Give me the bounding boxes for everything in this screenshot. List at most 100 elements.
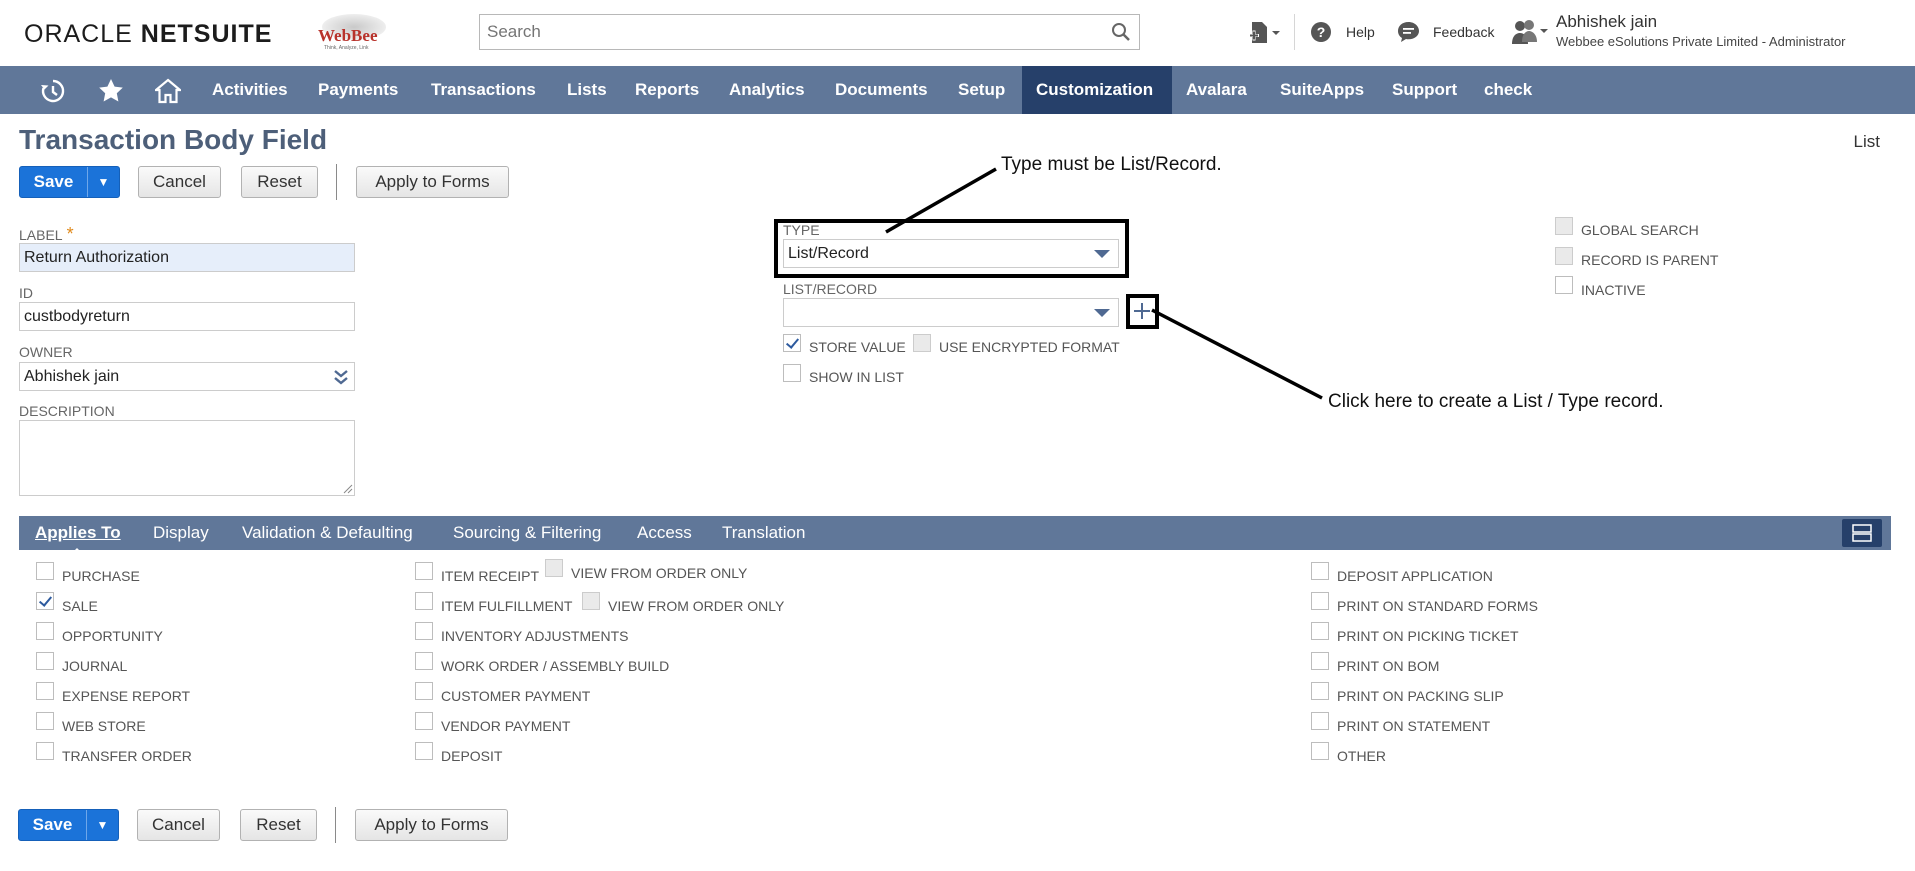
nav-avalara[interactable]: Avalara bbox=[1172, 66, 1261, 114]
roles-icon[interactable] bbox=[1510, 18, 1548, 46]
nav-check[interactable]: check bbox=[1470, 66, 1546, 114]
journal-checkbox[interactable] bbox=[36, 652, 54, 670]
transfer-order-checkbox[interactable] bbox=[36, 742, 54, 760]
nav-lists[interactable]: Lists bbox=[553, 66, 621, 114]
deposit-checkbox[interactable] bbox=[415, 742, 433, 760]
store-value-checkbox[interactable] bbox=[783, 334, 801, 352]
item-receipt-view-from-order-only-checkbox[interactable] bbox=[545, 559, 563, 577]
user-name[interactable]: Abhishek jain bbox=[1556, 12, 1657, 32]
sale-checkbox[interactable] bbox=[36, 592, 54, 610]
item-fulfillment-view-from-order-only-checkbox[interactable] bbox=[582, 592, 600, 610]
active-tab-indicator bbox=[70, 548, 84, 555]
help-icon[interactable]: ? bbox=[1310, 21, 1332, 43]
netsuite-logo[interactable]: ORACLE NETSUITE bbox=[24, 20, 272, 49]
tab-validation-defaulting[interactable]: Validation & Defaulting bbox=[242, 516, 413, 550]
web-store-checkbox[interactable] bbox=[36, 712, 54, 730]
use-encrypted-format-checkbox[interactable] bbox=[913, 334, 931, 352]
tab-access[interactable]: Access bbox=[637, 516, 692, 550]
cancel-button-top[interactable]: Cancel bbox=[138, 166, 221, 198]
reset-button-top[interactable]: Reset bbox=[241, 166, 318, 198]
home-icon[interactable] bbox=[155, 78, 181, 104]
double-chevron-down-icon[interactable] bbox=[334, 369, 348, 385]
feedback-link[interactable]: Feedback bbox=[1433, 24, 1494, 40]
apply-to-forms-button-bottom[interactable]: Apply to Forms bbox=[355, 809, 508, 841]
nav-analytics[interactable]: Analytics bbox=[715, 66, 819, 114]
deposit-application-checkbox[interactable] bbox=[1311, 562, 1329, 580]
purchase-checkbox[interactable] bbox=[36, 562, 54, 580]
add-new-plus-icon[interactable] bbox=[1133, 302, 1151, 320]
id-input[interactable]: custbodyreturn bbox=[19, 302, 355, 331]
show-in-list-checkbox[interactable] bbox=[783, 364, 801, 382]
expense-report-checkbox[interactable] bbox=[36, 682, 54, 700]
print-on-packing-slip-checkbox[interactable] bbox=[1311, 682, 1329, 700]
list-record-select[interactable] bbox=[783, 298, 1119, 327]
search-input[interactable] bbox=[480, 15, 1080, 49]
save-options-dropdown-icon[interactable]: ▼ bbox=[87, 167, 119, 197]
item-receipt-view-from-order-only-label: VIEW FROM ORDER ONLY bbox=[571, 565, 748, 581]
shortcuts-star-icon[interactable] bbox=[98, 78, 124, 104]
save-options-dropdown-icon-bottom[interactable]: ▼ bbox=[86, 810, 118, 840]
type-select[interactable]: List/Record bbox=[783, 239, 1119, 268]
resize-handle-icon[interactable] bbox=[343, 484, 353, 494]
nav-support[interactable]: Support bbox=[1378, 66, 1471, 114]
label-input[interactable]: Return Authorization bbox=[19, 243, 355, 272]
inactive-checkbox[interactable] bbox=[1555, 276, 1573, 294]
tab-applies-to[interactable]: Applies To bbox=[35, 516, 121, 550]
nav-reports[interactable]: Reports bbox=[621, 66, 713, 114]
save-label: Save bbox=[33, 172, 74, 191]
inactive-label: INACTIVE bbox=[1581, 282, 1646, 298]
recent-records-icon[interactable] bbox=[40, 78, 66, 104]
show-in-list-label: SHOW IN LIST bbox=[809, 369, 904, 385]
feedback-icon[interactable] bbox=[1397, 21, 1420, 43]
tab-translation[interactable]: Translation bbox=[722, 516, 805, 550]
apply-to-forms-button-top[interactable]: Apply to Forms bbox=[356, 166, 509, 198]
owner-value: Abhishek jain bbox=[24, 368, 120, 385]
create-new-icon[interactable] bbox=[1248, 20, 1282, 46]
nav-suiteapps[interactable]: SuiteApps bbox=[1266, 66, 1378, 114]
reset-button-bottom[interactable]: Reset bbox=[240, 809, 317, 841]
item-receipt-checkbox[interactable] bbox=[415, 562, 433, 580]
inventory-adjustments-checkbox[interactable] bbox=[415, 622, 433, 640]
expense-report-label: EXPENSE REPORT bbox=[62, 688, 191, 704]
global-search[interactable] bbox=[479, 14, 1140, 50]
cancel-button-bottom[interactable]: Cancel bbox=[137, 809, 220, 841]
global-search-checkbox[interactable] bbox=[1555, 217, 1573, 235]
print-on-standard-forms-checkbox[interactable] bbox=[1311, 592, 1329, 610]
nav-transactions[interactable]: Transactions bbox=[417, 66, 550, 114]
list-record-dropdown-arrow-icon[interactable] bbox=[1094, 309, 1110, 317]
nav-setup[interactable]: Setup bbox=[944, 66, 1019, 114]
vendor-payment-label: VENDOR PAYMENT bbox=[441, 718, 571, 734]
nav-activities[interactable]: Activities bbox=[198, 66, 302, 114]
company-logo: WebBee Think, Analyze, Link bbox=[316, 12, 392, 52]
record-is-parent-checkbox[interactable] bbox=[1555, 247, 1573, 265]
print-on-statement-checkbox[interactable] bbox=[1311, 712, 1329, 730]
type-dropdown-arrow-icon[interactable] bbox=[1094, 250, 1110, 258]
customer-payment-checkbox[interactable] bbox=[415, 682, 433, 700]
user-role[interactable]: Webbee eSolutions Private Limited - Admi… bbox=[1556, 34, 1846, 49]
opportunity-checkbox[interactable] bbox=[36, 622, 54, 640]
other-label: OTHER bbox=[1337, 748, 1386, 764]
owner-select[interactable]: Abhishek jain bbox=[19, 362, 355, 391]
print-on-bom-checkbox[interactable] bbox=[1311, 652, 1329, 670]
tab-display[interactable]: Display bbox=[153, 516, 209, 550]
print-on-picking-ticket-checkbox[interactable] bbox=[1311, 622, 1329, 640]
help-link[interactable]: Help bbox=[1346, 24, 1375, 40]
save-button-top[interactable]: Save ▼ bbox=[19, 166, 120, 198]
brand-oracle: ORACLE bbox=[24, 20, 133, 48]
tab-sourcing-filtering[interactable]: Sourcing & Filtering bbox=[453, 516, 601, 550]
item-fulfillment-checkbox[interactable] bbox=[415, 592, 433, 610]
description-textarea[interactable] bbox=[19, 420, 355, 496]
nav-documents[interactable]: Documents bbox=[821, 66, 942, 114]
list-link[interactable]: List bbox=[1854, 132, 1880, 152]
other-checkbox[interactable] bbox=[1311, 742, 1329, 760]
view-layout-icon[interactable] bbox=[1842, 519, 1882, 547]
nav-customization[interactable]: Customization bbox=[1022, 66, 1172, 114]
top-header: ORACLE NETSUITE WebBee Think, Analyze, L… bbox=[0, 0, 1915, 66]
save-button-bottom[interactable]: Save ▼ bbox=[18, 809, 119, 841]
search-icon[interactable] bbox=[1111, 22, 1131, 42]
work-order-assembly-build-checkbox[interactable] bbox=[415, 652, 433, 670]
list-record-field-label: LIST/RECORD bbox=[783, 281, 878, 297]
header-divider bbox=[1294, 14, 1295, 50]
nav-payments[interactable]: Payments bbox=[304, 66, 412, 114]
vendor-payment-checkbox[interactable] bbox=[415, 712, 433, 730]
